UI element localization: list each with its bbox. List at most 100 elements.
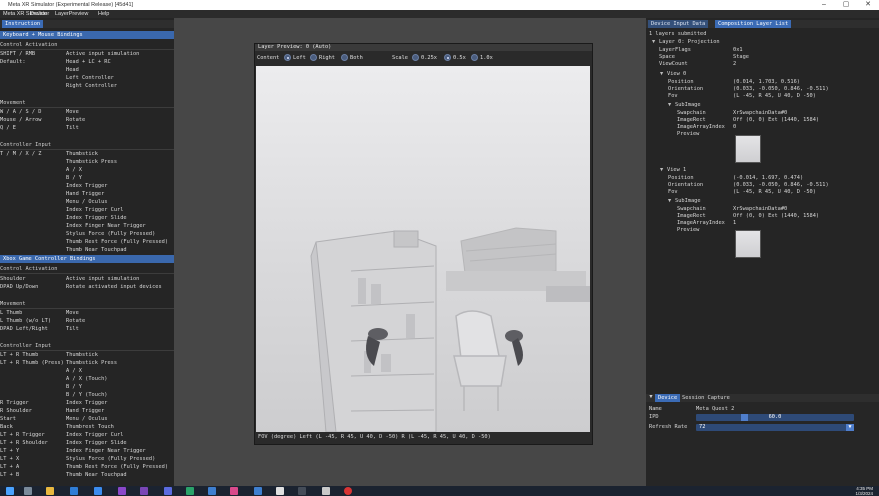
refresh-rate-select[interactable]: 72 ▼ [696,424,854,431]
eye-right-radio[interactable] [310,54,317,61]
ipd-slider[interactable]: 60.0 [696,414,854,421]
binding-key: R Trigger [0,400,29,406]
gamepad-bindings-header[interactable]: Xbox Game Controller Bindings [0,255,174,263]
app-icon[interactable] [208,487,216,495]
app-icon[interactable] [186,487,194,495]
app-icon[interactable] [230,487,238,495]
binding-action: Head [66,67,79,73]
binding-row: Menu / Oculus [0,199,174,206]
eye-both-radio[interactable] [341,54,348,61]
edge-icon[interactable] [94,487,102,495]
menu-device[interactable]: Device [30,11,47,17]
scale-025-label[interactable]: 0.25x [421,55,437,61]
binding-action: Tilt [66,125,79,131]
layer-preview-title[interactable]: Layer Preview: 0 (Auto) [255,44,592,51]
tab-composition-layer-list[interactable]: Composition Layer List [715,20,792,28]
binding-action: Rotate [66,117,86,123]
tab-device-input-data[interactable]: Device Input Data [648,20,709,28]
binding-row: LT + R Thumb Thumbstick [0,352,174,359]
scale-025-radio[interactable] [412,54,419,61]
chrome-icon[interactable] [344,487,352,495]
chevron-down-icon[interactable]: ▼ [846,424,854,431]
minimize-icon[interactable]: – [813,0,835,10]
menu-help[interactable]: Help [98,11,109,17]
meta-xr-simulator-icon[interactable] [322,487,330,495]
binding-action: Rotate activated input devices [66,284,162,290]
property-row: ImageRect Off (0, 0) Ext (1440, 1584) [677,117,879,124]
property-value: (0.033, -0.050, 0.846, -0.511) [733,182,829,188]
binding-row: Shoulder Active input simulation [0,276,174,283]
composition-layer-panel: Device Input Data Composition Layer List… [646,18,879,394]
maximize-icon[interactable]: ▢ [835,0,857,10]
tree-toggle-icon[interactable]: ▼ [660,71,663,77]
binding-action: Index Trigger Slide [66,440,127,446]
view-0-preview-thumbnail [735,135,761,163]
outlook-icon[interactable] [70,487,78,495]
binding-action: A / X (Touch) [66,376,108,382]
binding-row: Stylus Force (Fully Pressed) [0,231,174,238]
content-label: Content [257,55,280,61]
collapse-arrow-icon[interactable]: ▼ [648,394,654,402]
property-row: Position (0.014, 1.703, 0.516) [668,79,879,86]
divider [0,149,174,150]
property-value: 1 [733,220,737,226]
tree-toggle-icon[interactable]: ▼ [668,102,671,108]
property-row: Preview [677,227,879,234]
tab-instruction[interactable]: Instruction [2,20,44,28]
scale-05-label[interactable]: 0.5x [453,55,466,61]
binding-row: B / Y [0,384,174,391]
eye-both-label[interactable]: Both [350,55,363,61]
eye-left-radio[interactable] [284,54,291,61]
binding-key: Mouse / Arrow [0,117,42,123]
visual-studio-alt-icon[interactable] [140,487,148,495]
binding-action: Thumb Rest Force (Fully Pressed) [66,464,169,470]
property-value: Off (0, 0) Ext (1440, 1584) [733,213,820,219]
binding-action: Rotate [66,318,86,324]
binding-action: Thumbstick Press [66,360,118,366]
binding-key: LT + B [0,472,20,478]
property-value: XrSwapchainData#0 [733,206,788,212]
binding-row: Start Menu / Oculus [0,416,174,423]
app-icon[interactable] [276,487,284,495]
tree-toggle-icon[interactable]: ▼ [652,39,655,45]
binding-row: LT + B Thumb Near Touchpad [0,472,174,479]
layer-preview-window[interactable]: Layer Preview: 0 (Auto) Content Left Rig… [254,43,593,445]
system-clock[interactable]: 4:35 PM 1/3/2024 [855,486,873,496]
scale-05-radio[interactable] [444,54,451,61]
binding-key: LT + R Trigger [0,432,45,438]
eye-left-label[interactable]: Left [293,55,306,61]
binding-action: Hand Trigger [66,191,105,197]
instruction-panel: Instruction Keyboard + Mouse Bindings Co… [0,18,174,486]
scale-10-radio[interactable] [471,54,478,61]
binding-action: Thumb Near Touchpad [66,247,127,253]
close-icon[interactable]: ✕ [857,0,879,10]
binding-key: LT + X [0,456,20,462]
keyboard-bindings-header[interactable]: Keyboard + Mouse Bindings [0,31,174,39]
eye-right-label[interactable]: Right [319,55,335,61]
binding-row: L Thumb Move [0,310,174,317]
search-icon[interactable] [24,487,32,495]
tree-toggle-icon[interactable]: ▼ [660,167,663,173]
tree-toggle-icon[interactable]: ▼ [668,198,671,204]
binding-action: Move [66,109,79,115]
binding-key: L Thumb [0,310,23,316]
view-0-subimage-node-text: SubImage [675,102,701,108]
binding-action: Index Finger Near Trigger [66,223,146,229]
binding-row: Index Trigger [0,183,174,190]
property-key: Orientation [668,182,704,188]
teams-icon[interactable] [164,487,172,495]
scale-10-label[interactable]: 1.0x [480,55,493,61]
binding-row: LT + X Stylus Force (Fully Pressed) [0,456,174,463]
binding-row: LT + Y Index Finger Near Trigger [0,448,174,455]
start-icon[interactable] [6,487,14,495]
binding-action: Stylus Force (Fully Pressed) [66,231,156,237]
menu-layer-preview[interactable]: LayerPreview [55,11,88,17]
tab-session-capture[interactable]: Session Capture [679,394,733,402]
app-icon[interactable] [298,487,306,495]
binding-action: A / X [66,167,82,173]
binding-row: LT + R Thumb (Press) Thumbstick Press [0,360,174,367]
app-icon[interactable] [254,487,262,495]
file-explorer-icon[interactable] [46,487,54,495]
visual-studio-icon[interactable] [118,487,126,495]
tab-device[interactable]: Device [655,394,681,402]
